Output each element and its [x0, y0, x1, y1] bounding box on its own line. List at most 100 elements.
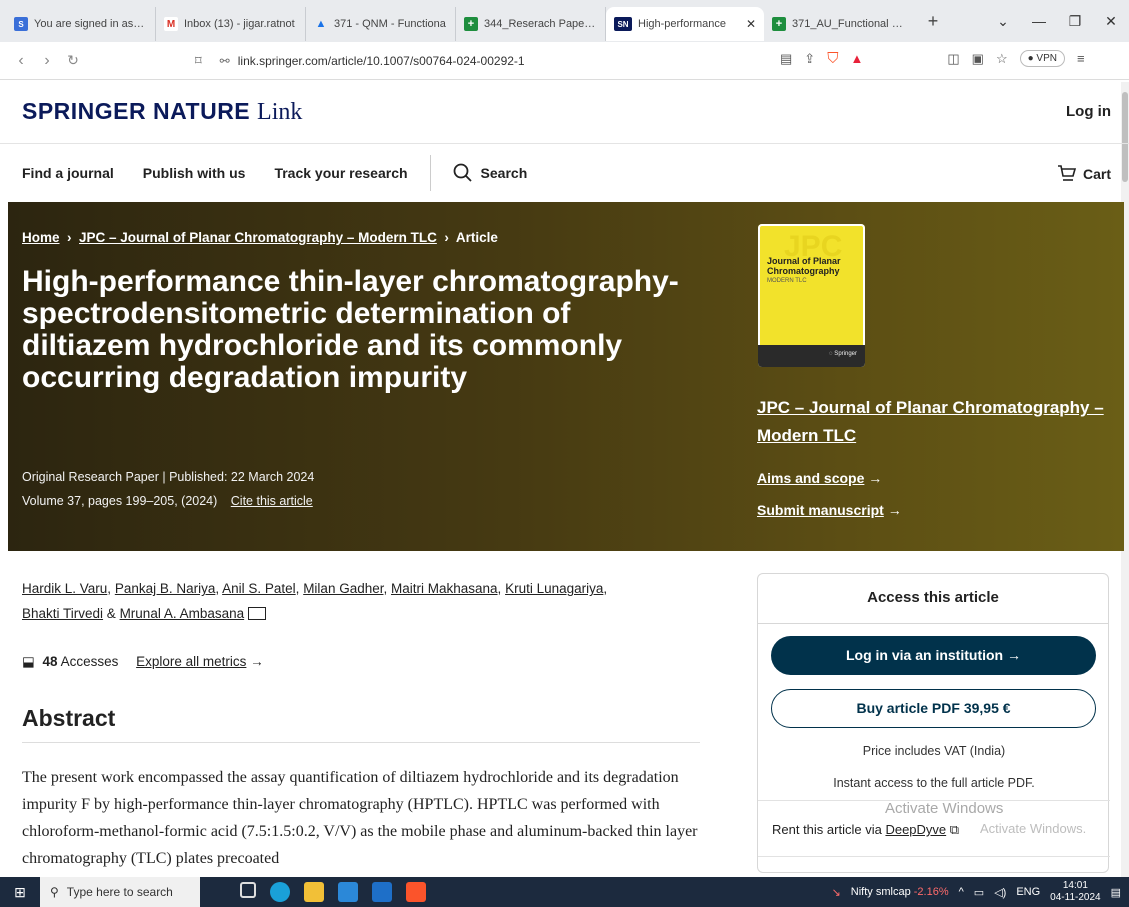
cart-label: Cart — [1082, 166, 1111, 182]
abstract-divider — [22, 742, 700, 743]
menu-icon[interactable]: ≡ — [1077, 51, 1085, 66]
journal-cover-image[interactable]: JPC Journal of Planar Chromatography MOD… — [758, 224, 865, 367]
search-icon — [453, 163, 472, 182]
author-link[interactable]: Mrunal A. Ambasana — [120, 606, 245, 621]
accesses-label: Accesses — [60, 654, 119, 669]
restore-icon[interactable]: ❐ — [1057, 13, 1093, 30]
author-link[interactable]: Kruti Lunagariya — [505, 581, 603, 596]
volume-text: Volume 37, pages 199–205, (2024) — [22, 494, 218, 508]
reader-icon[interactable]: ▤ — [780, 51, 792, 67]
site-header: SPRINGER NATURE Link Log in — [0, 80, 1129, 144]
taskbar-search[interactable]: ⚲ Type here to search — [40, 877, 200, 907]
bookmark-icon[interactable]: ⌑ — [195, 53, 202, 69]
vpn-label: VPN — [1036, 53, 1057, 64]
back-icon[interactable]: ‹ — [8, 52, 34, 70]
tab-signed-in[interactable]: S You are signed in as jbr — [6, 7, 156, 41]
edge-icon[interactable] — [270, 882, 290, 902]
store-icon[interactable] — [338, 882, 358, 902]
article-metrics: ⬓ 48 Accesses Explore all metrics → — [22, 654, 264, 670]
tab-title: Inbox (13) - jigar.ratnot — [184, 18, 295, 30]
journal-title-link[interactable]: JPC – Journal of Planar Chromatography –… — [757, 394, 1117, 450]
language-indicator[interactable]: ENG — [1016, 886, 1040, 898]
tab-au-functional[interactable]: + 371_AU_Functional Mo — [764, 7, 914, 41]
tray-chevron-icon[interactable]: ^ — [959, 886, 964, 898]
tab-high-performance[interactable]: SN High-performance ✕ — [606, 7, 764, 41]
tab-list-icon[interactable]: ⌄ — [985, 13, 1021, 30]
track-research-link[interactable]: Track your research — [274, 165, 407, 181]
author-link[interactable]: Maitri Makhasana — [391, 581, 498, 596]
publish-link[interactable]: Publish with us — [143, 165, 246, 181]
abstract-heading: Abstract — [22, 705, 116, 731]
wallet-icon[interactable]: ▣ — [972, 51, 984, 67]
external-link-icon: ⧉ — [949, 822, 960, 837]
volume-icon[interactable]: ◁) — [994, 886, 1006, 899]
task-view-icon[interactable] — [240, 882, 256, 898]
close-tab-icon[interactable]: ✕ — [746, 17, 756, 31]
brave-rewards-icon[interactable]: ▲ — [850, 51, 863, 66]
window-controls: ⌄ — ❐ ✕ — [985, 0, 1129, 42]
author-link[interactable]: Hardik L. Varu — [22, 581, 107, 596]
search-button[interactable]: Search — [453, 163, 527, 183]
new-tab-icon[interactable]: + — [918, 11, 948, 32]
author-link[interactable]: Milan Gadher — [303, 581, 383, 596]
url-text: link.springer.com/article/10.1007/s00764… — [237, 54, 525, 68]
cover-subtitle: MODERN TLC — [767, 278, 807, 284]
taskbar-apps — [240, 882, 426, 902]
cover-publisher-mark: ◌ Springer — [829, 351, 857, 357]
springer-nature-logo[interactable]: SPRINGER NATURE Link — [22, 98, 302, 126]
sheets-icon: + — [464, 17, 478, 31]
explore-metrics-link[interactable]: Explore all metrics — [136, 654, 246, 669]
email-icon[interactable] — [248, 607, 267, 620]
browser-toolbar-right: ▤ ⇪ ⛉ ▲ ◫ ▣ ☆ ● VPN ≡ — [780, 50, 1085, 67]
windows-start-icon[interactable]: ⊞ — [0, 884, 40, 901]
buy-pdf-button[interactable]: Buy article PDF 39,95 € — [771, 689, 1096, 728]
aims-scope-link[interactable]: Aims and scope → — [757, 470, 882, 486]
login-link[interactable]: Log in — [1066, 103, 1111, 120]
submit-manuscript-link[interactable]: Submit manuscript → — [757, 502, 902, 518]
arrow-right-icon: → — [250, 654, 264, 669]
deepdyve-link[interactable]: DeepDyve — [885, 822, 946, 837]
stock-ticker[interactable]: Nifty smlcap -2.16% — [851, 886, 949, 898]
access-heading: Access this article — [758, 574, 1108, 624]
breadcrumb-journal[interactable]: JPC – Journal of Planar Chromatography –… — [79, 230, 437, 245]
breadcrumb-home[interactable]: Home — [22, 230, 60, 245]
ticker-name: Nifty smlcap — [850, 886, 911, 898]
cite-link[interactable]: Cite this article — [231, 494, 313, 508]
file-explorer-icon[interactable] — [304, 882, 324, 902]
sidebar-icon[interactable]: ◫ — [947, 51, 959, 67]
site-info-icon[interactable]: ⚯ — [220, 54, 230, 68]
brave-icon[interactable] — [406, 882, 426, 902]
extensions-icon[interactable]: ☆ — [996, 51, 1008, 67]
tab-gmail-inbox[interactable]: M Inbox (13) - jigar.ratnot — [156, 7, 306, 41]
vpn-button[interactable]: ● VPN — [1019, 50, 1065, 67]
tab-qnm-functional[interactable]: ▲ 371 - QNM - Functiona — [306, 7, 456, 41]
arrow-right-icon: → — [868, 470, 883, 486]
institution-label: Log in via an institution — [846, 647, 1004, 663]
taskbar-search-placeholder: Type here to search — [66, 885, 173, 899]
reload-icon[interactable]: ↻ — [60, 52, 86, 69]
clock[interactable]: 14:01 04-11-2024 — [1050, 880, 1100, 904]
author-link[interactable]: Anil S. Patel — [222, 581, 296, 596]
brave-shield-icon[interactable]: ⛉ — [827, 50, 838, 67]
tab-title: 371_AU_Functional Mo — [792, 18, 906, 30]
author-link[interactable]: Pankaj B. Nariya — [115, 581, 216, 596]
instant-access-note: Instant access to the full article PDF. — [833, 776, 1035, 790]
submit-label: Submit manuscript — [757, 502, 884, 518]
nav-divider — [429, 155, 431, 191]
tab-favicon-icon: S — [14, 17, 28, 31]
author-list: Hardik L. Varu, Pankaj B. Nariya, Anil S… — [22, 581, 608, 621]
cart-button[interactable]: Cart — [1057, 164, 1111, 182]
accesses-count: 48 — [42, 654, 58, 669]
find-journal-link[interactable]: Find a journal — [22, 165, 114, 181]
minimize-icon[interactable]: — — [1021, 13, 1057, 29]
close-window-icon[interactable]: ✕ — [1093, 13, 1129, 30]
institution-login-button[interactable]: Log in via an institution → — [771, 636, 1096, 675]
article-title: High-performance thin-layer chromatograp… — [22, 265, 679, 394]
notifications-icon[interactable]: ▤ — [1111, 886, 1121, 899]
network-icon[interactable]: ▭ — [974, 886, 984, 899]
tab-research-papers[interactable]: + 344_Reserach Papers.xl — [456, 7, 606, 41]
forward-icon[interactable]: › — [34, 52, 60, 70]
author-link[interactable]: Bhakti Tirvedi — [22, 606, 103, 621]
mail-icon[interactable] — [372, 882, 392, 902]
share-icon[interactable]: ⇪ — [804, 51, 815, 67]
